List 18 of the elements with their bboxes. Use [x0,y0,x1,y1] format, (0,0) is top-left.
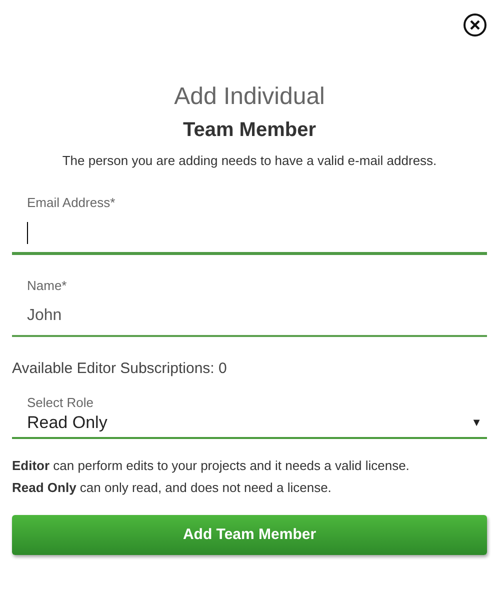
close-button[interactable] [463,13,487,37]
select-value: Read Only [27,412,108,434]
select-label: Select Role [27,395,94,411]
role-description: Read Only can only read, and does not need a license. [12,479,332,497]
info-text: The person you are adding needs to have a valid e-mail address. [61,152,438,170]
dialog-subtitle: Team Member [182,118,317,143]
text-field[interactable]: Name* John [12,277,487,337]
dropdown-arrow-icon: ▼ [471,417,482,429]
close-icon [463,13,487,37]
role-select[interactable]: Select Role Read Only ▼ [12,395,487,439]
subscriptions-text: Available Editor Subscriptions: 0 [12,359,228,379]
role-description: Editor can perform edits to your projects and it needs a valid license. [12,457,410,475]
field-value: John [27,306,62,326]
text-cursor [27,222,28,244]
dialog-title: Add Individual [173,82,326,112]
text-field[interactable]: Email Address* [12,194,487,255]
field-label: Email Address* [27,194,116,212]
field-label: Name* [27,277,67,295]
